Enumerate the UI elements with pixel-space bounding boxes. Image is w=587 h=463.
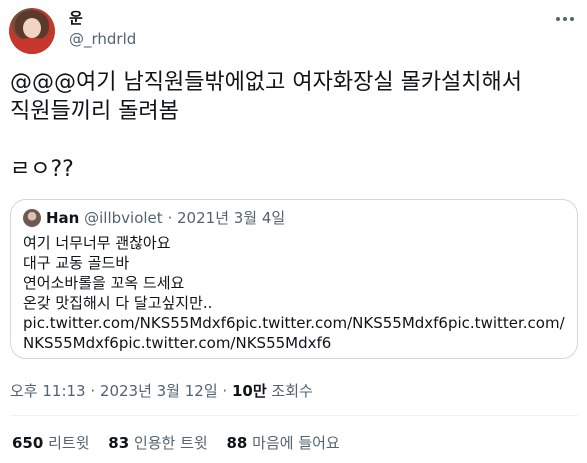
more-dot (556, 17, 560, 21)
retweets-label: 리트윗 (48, 434, 90, 452)
quoted-header: Han @illbviolet · 2021년 3월 4일 (46, 208, 285, 228)
quoted-text: 여기 너무너무 괜찮아요 대구 교동 골드바 연어소바롤을 꼬옥 드세요 온갖 … (23, 234, 565, 352)
tweet-meta: 오후 11:13 · 2023년 3월 12일 · 10만 조회수 (10, 381, 313, 401)
likes-stat[interactable]: 88 마음에 들어요 (227, 434, 340, 452)
quoted-author-avatar (23, 209, 41, 227)
likes-label: 마음에 들어요 (252, 434, 340, 452)
tweet-text: @@@여기 남직원들밖에없고 여자화장실 몰카설치해서 직원들끼리 돌려봄 ㄹㅇ… (10, 70, 523, 182)
retweets-count: 650 (12, 434, 44, 452)
retweets-stat[interactable]: 650 리트윗 (12, 434, 90, 452)
quoted-date: 2021년 3월 4일 (177, 209, 286, 227)
avatar-body (13, 38, 53, 54)
avatar-face (23, 18, 41, 38)
likes-count: 88 (226, 434, 248, 452)
engagement-stats: 650 리트윗 83 인용한 트윗 88 마음에 들어요 (12, 433, 354, 453)
quoted-tweet[interactable]: Han @illbviolet · 2021년 3월 4일 여기 너무너무 괜찮… (10, 199, 578, 359)
more-dot (563, 17, 567, 21)
quoted-separator: · (167, 209, 173, 227)
quotes-count: 83 (108, 434, 130, 452)
author-display-name[interactable]: 운 (69, 8, 83, 28)
view-count-label: 조회수 (266, 382, 313, 400)
divider (10, 415, 578, 416)
author-handle[interactable]: @_rhdrld (69, 29, 136, 49)
tweet-timestamp[interactable]: 오후 11:13 · 2023년 3월 12일 · (10, 382, 232, 400)
quotes-stat[interactable]: 83 인용한 트윗 (108, 434, 207, 452)
more-horizontal-icon[interactable] (552, 8, 578, 30)
quoted-handle: @illbviolet (84, 209, 163, 227)
quotes-label: 인용한 트윗 (133, 434, 208, 452)
author-avatar[interactable] (9, 8, 55, 54)
quoted-display-name: Han (46, 209, 80, 227)
more-dot (570, 17, 574, 21)
view-count: 10만 (231, 382, 267, 400)
